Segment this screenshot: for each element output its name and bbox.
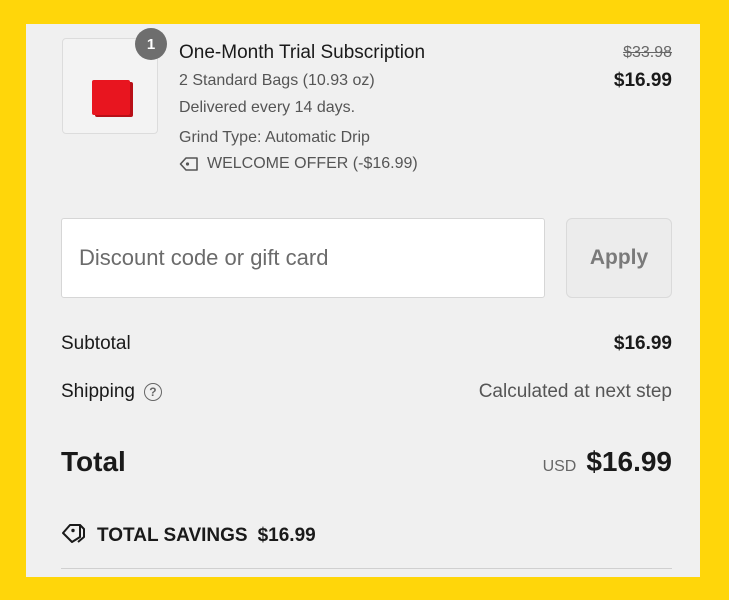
tags-icon (61, 522, 87, 550)
shipping-label: Shipping (61, 381, 135, 402)
subtotal-value: $16.99 (613, 333, 672, 354)
help-circle-icon[interactable]: ? (143, 383, 162, 401)
coffee-bag-image (92, 80, 130, 115)
welcome-offer-text: WELCOME OFFER (-$16.99) (207, 155, 418, 172)
product-details: One-Month Trial Subscription 2 Standard … (179, 42, 425, 173)
order-summary-panel: 1 One-Month Trial Subscription 2 Standar… (26, 24, 700, 577)
product-delivery: Delivered every 14 days. (179, 99, 356, 116)
total-amount: $16.99 (586, 446, 672, 477)
apply-button[interactable]: Apply (566, 218, 672, 298)
currency-code: USD (542, 458, 577, 475)
subtotal-label: Subtotal (61, 333, 131, 354)
product-thumbnail-wrapper: 1 (62, 28, 167, 134)
product-prices: $33.98 $16.99 (614, 44, 672, 92)
shipping-label-group: Shipping ? (61, 381, 162, 403)
product-grind-type: Grind Type: Automatic Drip (179, 129, 370, 146)
total-savings: TOTAL SAVINGS $16.99 (61, 522, 316, 550)
total-row: Total USD $16.99 (61, 446, 672, 478)
product-title: One-Month Trial Subscription (179, 42, 426, 63)
savings-value: $16.99 (257, 525, 316, 546)
total-value-group: USD $16.99 (543, 446, 672, 478)
divider (61, 568, 672, 569)
savings-label: TOTAL SAVINGS (97, 525, 248, 546)
total-label: Total (61, 446, 126, 477)
discounted-price: $16.99 (613, 70, 672, 91)
shipping-row: Shipping ? Calculated at next step (61, 381, 672, 403)
original-price: $33.98 (623, 44, 672, 61)
discount-code-input[interactable] (61, 218, 545, 298)
quantity-badge: 1 (135, 28, 167, 60)
tag-icon (179, 156, 199, 172)
subtotal-row: Subtotal $16.99 (61, 333, 672, 355)
welcome-offer: WELCOME OFFER (-$16.99) (179, 155, 425, 173)
shipping-value: Calculated at next step (478, 381, 672, 402)
product-bags: 2 Standard Bags (10.93 oz) (179, 72, 375, 89)
